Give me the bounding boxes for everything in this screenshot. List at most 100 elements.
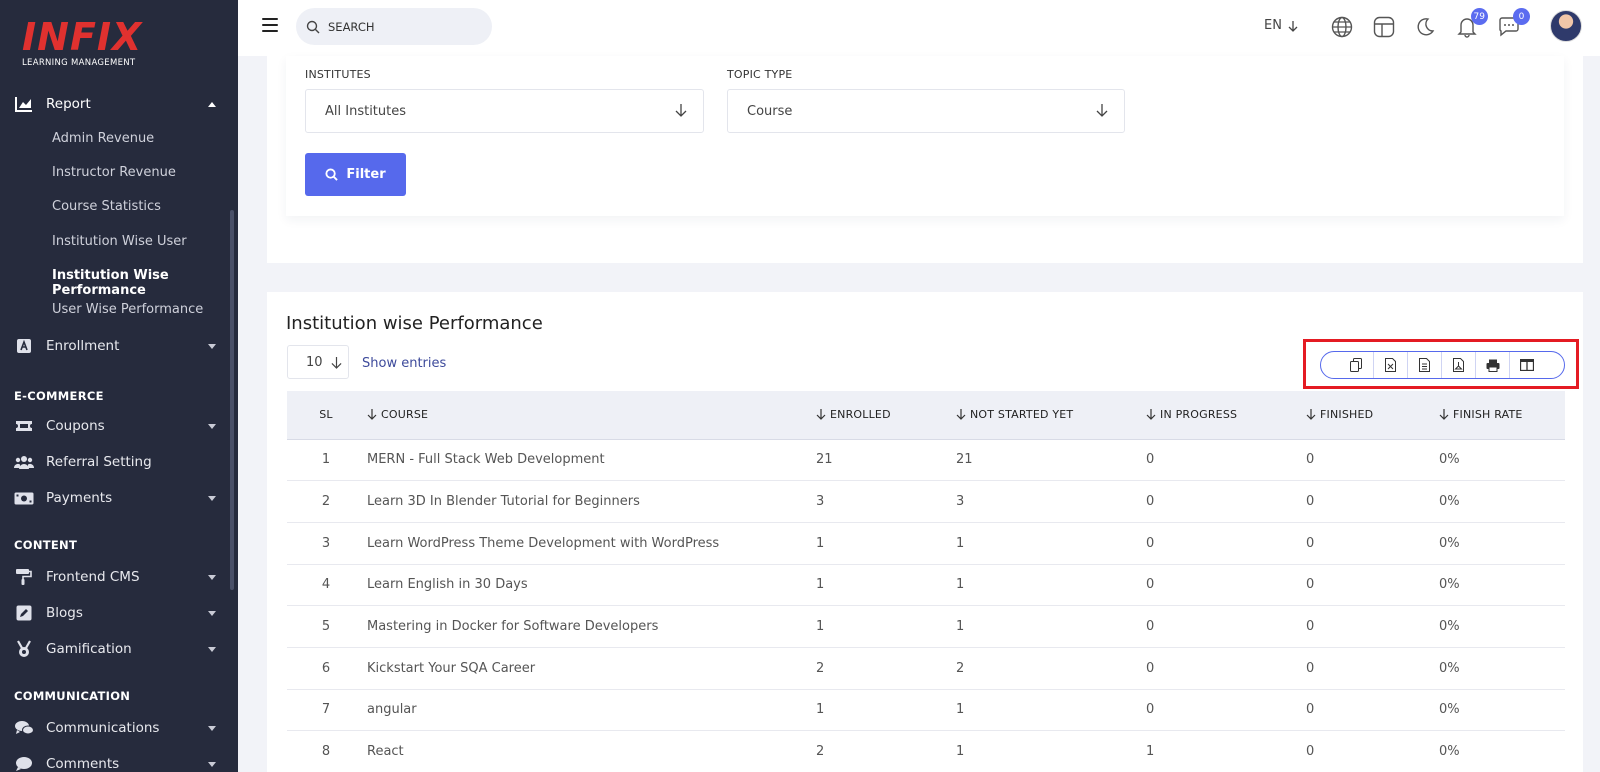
cell-sl: 2 <box>287 480 365 523</box>
column-header-in-progress[interactable]: IN PROGRESS <box>1146 391 1306 439</box>
sidebar-subitem-instructor-revenue[interactable]: Instructor Revenue <box>52 165 176 180</box>
sidebar-item-label: Blogs <box>46 605 83 621</box>
sidebar-subitem-institution-wise-performance[interactable]: Institution Wise Performance <box>52 268 238 298</box>
topic-type-select-value: Course <box>747 103 793 119</box>
top-header: EN 79 0 <box>238 0 1600 56</box>
column-header-label: COURSE <box>381 408 429 422</box>
cell-enrolled: 1 <box>816 689 956 732</box>
menu-toggle-icon[interactable] <box>262 18 278 32</box>
edit-icon <box>14 605 34 621</box>
sidebar-subitem-admin-revenue[interactable]: Admin Revenue <box>52 131 154 146</box>
notification-bell-icon[interactable]: 79 <box>1454 8 1488 40</box>
column-header-not-started-yet[interactable]: NOT STARTED YET <box>956 391 1146 439</box>
cell-sl: 8 <box>287 730 365 772</box>
cell-finished: 0 <box>1306 730 1439 772</box>
column-header-finished[interactable]: FINISHED <box>1306 391 1439 439</box>
language-selector[interactable]: EN <box>1264 18 1298 33</box>
column-header-course[interactable]: COURSE <box>365 391 816 439</box>
sidebar-subitem-institution-wise-user[interactable]: Institution Wise User <box>52 234 187 249</box>
cell-finished: 0 <box>1306 480 1439 523</box>
language-label: EN <box>1264 18 1282 33</box>
sidebar-item-communications[interactable]: Communications <box>0 713 238 743</box>
table-row: 1 MERN - Full Stack Web Development 21 2… <box>287 438 1565 482</box>
cell-sl: 4 <box>287 564 365 607</box>
sidebar: INFIX LEARNING MANAGEMENT Report Admin R… <box>0 0 238 772</box>
cell-course: Learn English in 30 Days <box>365 564 816 607</box>
cell-enrolled: 1 <box>816 564 956 607</box>
cell-in-progress: 0 <box>1146 480 1306 523</box>
institutes-select[interactable]: All Institutes <box>305 89 704 133</box>
filter-button[interactable]: Filter <box>305 153 406 196</box>
sidebar-item-gamification[interactable]: Gamification <box>0 634 238 664</box>
search-icon <box>325 168 339 181</box>
cell-finish-rate: 0% <box>1439 480 1565 523</box>
chevron-down-icon <box>208 761 216 767</box>
sidebar-subitem-course-statistics[interactable]: Course Statistics <box>52 199 161 214</box>
sidebar-subitem-user-wise-performance[interactable]: User Wise Performance <box>52 302 203 317</box>
cell-course: Mastering in Docker for Software Develop… <box>365 605 816 648</box>
sort-arrow-icon <box>1146 409 1156 421</box>
column-header-finish-rate[interactable]: FINISH RATE <box>1439 391 1565 439</box>
layout-icon[interactable] <box>1371 14 1397 40</box>
cell-course: MERN - Full Stack Web Development <box>365 438 816 482</box>
message-icon[interactable]: 0 <box>1496 8 1530 40</box>
sidebar-item-enrollment[interactable]: Enrollment <box>0 331 238 361</box>
arrow-down-icon <box>1096 104 1108 117</box>
ticket-icon <box>14 419 34 433</box>
table-title: Institution wise Performance <box>286 313 543 334</box>
cell-course: Learn WordPress Theme Development with W… <box>365 522 816 565</box>
sidebar-item-comments[interactable]: Comments <box>0 749 238 772</box>
topic-type-select[interactable]: Course <box>727 89 1125 133</box>
column-header-sl[interactable]: SL <box>287 391 365 439</box>
table-row: 7 angular 1 1 0 0 0% <box>287 689 1565 732</box>
page-size-value: 10 <box>306 354 323 370</box>
chevron-down-icon <box>208 343 216 349</box>
filter-button-label: Filter <box>346 167 386 182</box>
cell-enrolled: 1 <box>816 522 956 565</box>
notification-badge: 79 <box>1470 8 1488 25</box>
chevron-down-icon <box>208 495 216 501</box>
cell-finish-rate: 0% <box>1439 689 1565 732</box>
dark-mode-moon-icon[interactable] <box>1412 14 1438 40</box>
cell-in-progress: 0 <box>1146 647 1306 690</box>
cell-enrolled: 21 <box>816 438 956 482</box>
sidebar-item-report[interactable]: Report <box>0 89 238 119</box>
search-input[interactable] <box>328 19 478 34</box>
user-avatar[interactable] <box>1550 10 1582 42</box>
cell-not-started: 2 <box>956 647 1146 690</box>
arrow-down-icon <box>331 356 342 369</box>
sidebar-item-frontend-cms[interactable]: Frontend CMS <box>0 562 238 592</box>
sidebar-item-coupons[interactable]: Coupons <box>0 411 238 441</box>
chevron-down-icon <box>208 610 216 616</box>
comment-icon <box>14 756 34 772</box>
sort-arrow-icon <box>1439 409 1449 421</box>
chevron-down-icon <box>208 574 216 580</box>
search-box[interactable] <box>296 8 492 45</box>
section-title-content: CONTENT <box>14 538 78 552</box>
cell-in-progress: 1 <box>1146 730 1306 772</box>
cell-enrolled: 3 <box>816 480 956 523</box>
arrow-down-icon <box>675 104 687 117</box>
cell-sl: 7 <box>287 689 365 732</box>
show-entries-label: Show entries <box>362 356 447 371</box>
page-size-select[interactable]: 10 <box>287 345 349 379</box>
cell-not-started: 1 <box>956 730 1146 772</box>
message-badge: 0 <box>1513 8 1530 25</box>
sidebar-item-blogs[interactable]: Blogs <box>0 598 238 628</box>
sidebar-item-label: Comments <box>46 756 120 772</box>
sidebar-scrollbar[interactable] <box>230 210 234 590</box>
cell-finish-rate: 0% <box>1439 564 1565 607</box>
sidebar-item-label: Coupons <box>46 418 105 434</box>
medal-icon <box>14 640 34 658</box>
cell-enrolled: 2 <box>816 730 956 772</box>
column-header-enrolled[interactable]: ENROLLED <box>816 391 956 439</box>
sidebar-item-payments[interactable]: Payments <box>0 483 238 513</box>
table-row: 3 Learn WordPress Theme Development with… <box>287 522 1565 565</box>
sidebar-item-referral-setting[interactable]: Referral Setting <box>0 447 238 477</box>
cell-finish-rate: 0% <box>1439 647 1565 690</box>
cell-not-started: 1 <box>956 605 1146 648</box>
section-title-ecommerce: E-COMMERCE <box>14 389 104 403</box>
logo[interactable]: INFIX LEARNING MANAGEMENT <box>22 18 142 68</box>
chart-icon <box>14 96 34 112</box>
globe-icon[interactable] <box>1329 14 1355 40</box>
